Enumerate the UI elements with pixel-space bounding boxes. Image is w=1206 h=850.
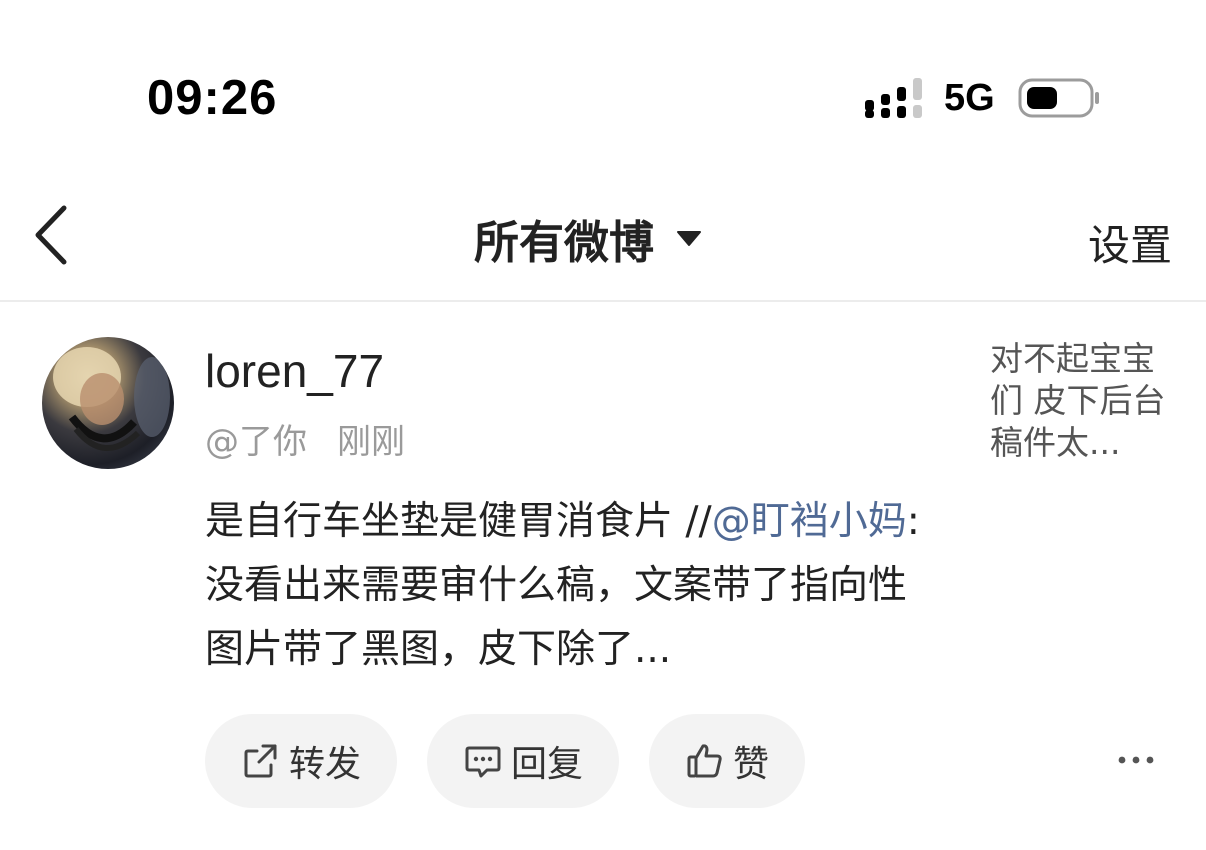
like-button[interactable]: 赞 — [649, 714, 805, 808]
more-dots-icon[interactable] — [1116, 748, 1156, 772]
post-username[interactable]: loren_77 — [205, 344, 384, 398]
avatar[interactable] — [42, 337, 174, 469]
signal-bars-icon — [865, 78, 922, 118]
status-time: 09:26 — [147, 71, 278, 125]
caret-down-icon — [677, 231, 702, 246]
post-meta: @了你 刚刚 — [205, 414, 405, 463]
post-content[interactable]: 是自行车坐垫是健胃消食片 //@盯裆小妈:没看出来需要审什么稿，文案带了指向性图… — [205, 490, 940, 682]
post-actions: 转发 回复 赞 — [205, 714, 805, 808]
repost-button[interactable]: 转发 — [205, 714, 397, 808]
reply-label: 回复 — [511, 744, 584, 785]
post-time: 刚刚 — [337, 422, 405, 462]
settings-button[interactable]: 设置 — [1088, 212, 1172, 273]
avatar-image — [53, 347, 170, 451]
post-source: @了你 — [205, 422, 307, 462]
network-type: 5G — [944, 77, 995, 119]
like-label: 赞 — [732, 744, 769, 785]
chevron-left-icon[interactable] — [30, 204, 76, 266]
page-title: 所有微博 — [474, 215, 655, 269]
reply-button[interactable]: 回复 — [427, 714, 619, 808]
battery-icon — [1018, 78, 1099, 118]
weibo-post: loren_77 @了你 刚刚 对不起宝宝们 皮下后台稿件太... 是自行车坐垫是… — [0, 302, 1206, 850]
status-bar: 09:26 5G — [0, 0, 1206, 190]
feed-filter-dropdown[interactable]: 所有微博 — [474, 208, 702, 269]
post-side-text[interactable]: 对不起宝宝们 皮下后台稿件太... — [990, 338, 1176, 464]
nav-bar: 所有微博 设置 — [0, 190, 1206, 302]
post-content-prefix: 是自行车坐垫是健胃消食片 // — [205, 499, 712, 544]
repost-label: 转发 — [289, 744, 362, 785]
thumbs-up-icon — [687, 744, 722, 778]
repost-icon — [244, 744, 277, 778]
comment-icon — [465, 746, 501, 778]
mention-link[interactable]: @盯裆小妈 — [712, 499, 907, 544]
